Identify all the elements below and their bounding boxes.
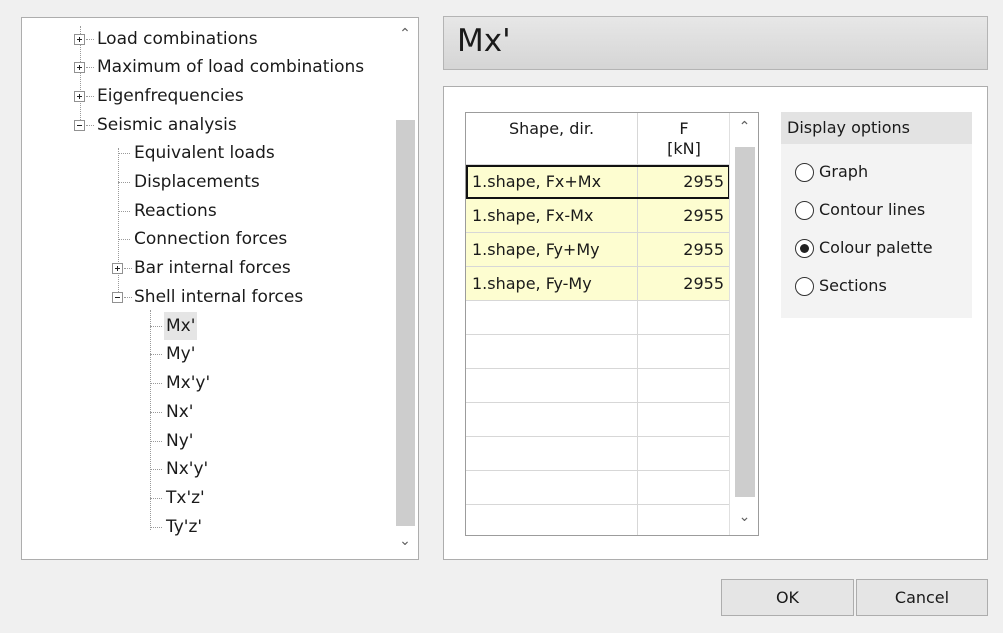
tree-item-label: Displacements (134, 172, 260, 192)
tree-item-label: Equivalent loads (134, 143, 275, 163)
result-title-bar: Mx' (443, 16, 988, 70)
tree-item-label: Shell internal forces (134, 287, 304, 307)
column-header-f-unit: [kN] (667, 139, 701, 158)
tree-item-label: Bar internal forces (134, 258, 291, 278)
tree-item-label: Tx'z' (166, 488, 205, 508)
radio-label[interactable]: Colour palette (819, 234, 933, 262)
tree-item-label: Reactions (134, 201, 217, 221)
tree-scroll-thumb[interactable] (396, 120, 415, 526)
radio-label[interactable]: Graph (819, 158, 868, 186)
expand-icon[interactable] (74, 34, 85, 45)
tree-item-label: Nx'y' (166, 459, 209, 479)
grid-scrollbar[interactable]: ⌃ ⌄ (729, 113, 758, 535)
expand-icon[interactable] (112, 263, 123, 274)
empty-row (466, 369, 730, 403)
radio-label[interactable]: Sections (819, 272, 887, 300)
radio-button-checked-icon[interactable] (795, 239, 814, 258)
cell-shape[interactable]: 1.shape, Fy-My (466, 267, 638, 300)
tree-item-label: Mx'y' (166, 373, 211, 393)
tree-item-label: Mx' (164, 312, 198, 340)
tree-connector (150, 310, 151, 530)
chevron-up-icon[interactable]: ⌃ (730, 119, 759, 135)
tree-item-label: Eigenfrequencies (97, 86, 244, 106)
empty-row (466, 301, 730, 335)
collapse-icon[interactable] (112, 292, 123, 303)
expand-icon[interactable] (74, 62, 85, 73)
tree-item-label: Ny' (166, 431, 194, 451)
cell-f[interactable]: 2955 (638, 233, 730, 266)
chevron-down-icon[interactable]: ⌄ (392, 533, 418, 549)
empty-row (466, 437, 730, 471)
cell-f[interactable]: 2955 (638, 267, 730, 300)
tree-item-label: My' (166, 344, 196, 364)
cell-shape[interactable]: 1.shape, Fx+Mx (466, 165, 638, 198)
ok-button[interactable]: OK (721, 579, 854, 616)
content-panel: Shape, dir. F [kN] 1.shape, Fx+Mx 2955 1… (443, 86, 988, 560)
table-row[interactable]: 1.shape, Fy+My 2955 (466, 233, 730, 267)
cell-shape[interactable]: 1.shape, Fx-Mx (466, 199, 638, 232)
chevron-up-icon[interactable]: ⌃ (392, 26, 418, 42)
radio-button-icon[interactable] (795, 163, 814, 182)
column-header-f-label: F (679, 119, 689, 138)
column-header-shape[interactable]: Shape, dir. (466, 113, 638, 165)
results-grid[interactable]: Shape, dir. F [kN] 1.shape, Fx+Mx 2955 1… (465, 112, 759, 536)
column-header-f[interactable]: F [kN] (638, 113, 730, 165)
table-row[interactable]: 1.shape, Fx+Mx 2955 (466, 165, 730, 199)
cell-shape[interactable]: 1.shape, Fy+My (466, 233, 638, 266)
radio-button-icon[interactable] (795, 201, 814, 220)
tree-item-label: Load combinations (97, 29, 258, 49)
tree-item-label: Connection forces (134, 229, 288, 249)
collapse-icon[interactable] (74, 120, 85, 131)
cell-f[interactable]: 2955 (638, 165, 730, 198)
empty-row (466, 403, 730, 437)
result-tree[interactable]: Load combinations Maximum of load combin… (21, 17, 419, 560)
tree-item-label: Seismic analysis (97, 115, 237, 135)
grid-scroll-thumb[interactable] (735, 147, 755, 497)
empty-row (466, 335, 730, 369)
display-options-title: Display options (781, 112, 972, 144)
table-row[interactable]: 1.shape, Fy-My 2955 (466, 267, 730, 301)
chevron-down-icon[interactable]: ⌄ (730, 509, 759, 525)
grid-header: Shape, dir. F [kN] (466, 113, 730, 165)
radio-button-icon[interactable] (795, 277, 814, 296)
empty-row (466, 471, 730, 505)
tree-item-label: Ty'z' (166, 517, 203, 537)
empty-row (466, 505, 730, 535)
table-row[interactable]: 1.shape, Fx-Mx 2955 (466, 199, 730, 233)
display-options-group: Display options Graph Contour lines Colo… (781, 112, 972, 318)
tree-item-label: Maximum of load combinations (97, 57, 365, 77)
cell-f[interactable]: 2955 (638, 199, 730, 232)
page-title: Mx' (457, 23, 511, 59)
tree-item-label: Nx' (166, 402, 194, 422)
radio-label[interactable]: Contour lines (819, 196, 925, 224)
tree-scrollbar[interactable]: ⌃ ⌄ (392, 18, 418, 559)
cancel-button[interactable]: Cancel (856, 579, 988, 616)
expand-icon[interactable] (74, 91, 85, 102)
